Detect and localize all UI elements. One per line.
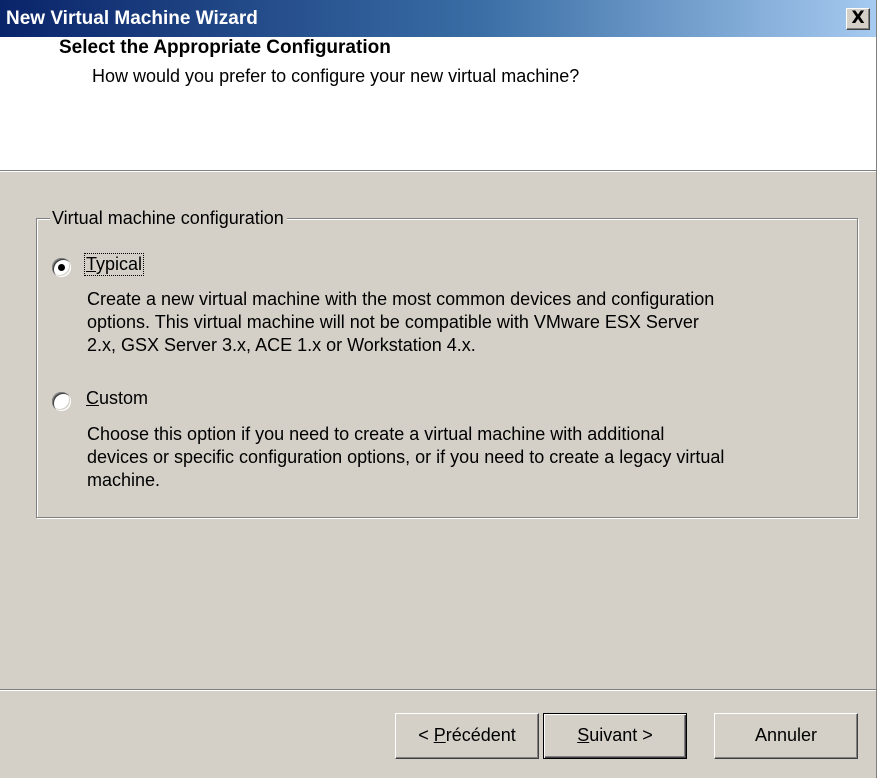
custom-description: Choose this option if you need to create… — [87, 423, 847, 492]
wizard-window: New Virtual Machine Wizard X Select the … — [0, 0, 877, 778]
back-prefix: < — [418, 725, 434, 745]
typical-label[interactable]: Typical — [83, 253, 145, 276]
mnemonic-p: P — [433, 725, 446, 745]
typical-label-text: ypical — [96, 254, 143, 274]
mnemonic-c: C — [86, 388, 99, 408]
typical-radio[interactable] — [52, 258, 71, 277]
title-bar[interactable]: New Virtual Machine Wizard X — [0, 0, 876, 37]
radio-selected-dot — [58, 264, 65, 271]
description-line: Create a new virtual machine with the mo… — [87, 289, 715, 309]
custom-label[interactable]: Custom — [85, 388, 149, 409]
description-line: options. This virtual machine will not b… — [87, 312, 699, 332]
header-divider — [0, 170, 876, 172]
mnemonic-t: T — [86, 254, 97, 274]
back-button[interactable]: < Précédent — [395, 713, 539, 759]
mnemonic-s: S — [577, 725, 590, 745]
custom-radio[interactable] — [52, 392, 71, 411]
close-button[interactable]: X — [846, 8, 870, 30]
page-title: Select the Appropriate Configuration — [59, 37, 391, 58]
typical-description: Create a new virtual machine with the mo… — [87, 288, 847, 357]
close-icon: X — [851, 8, 865, 28]
page-subtitle: How would you prefer to configure your n… — [92, 66, 580, 86]
custom-label-text: ustom — [99, 388, 149, 408]
description-line: machine. — [87, 470, 161, 490]
cancel-button[interactable]: Annuler — [714, 713, 858, 759]
back-label-text: récédent — [445, 725, 516, 745]
groupbox-legend: Virtual machine configuration — [50, 208, 287, 229]
next-label-text: uivant > — [589, 725, 653, 745]
next-button[interactable]: Suivant > — [543, 713, 687, 759]
footer-divider — [0, 689, 876, 691]
window-title: New Virtual Machine Wizard — [6, 8, 258, 29]
description-line: 2.x, GSX Server 3.x, ACE 1.x or Workstat… — [87, 335, 476, 355]
cancel-label: Annuler — [754, 725, 818, 745]
description-line: Choose this option if you need to create… — [87, 424, 665, 444]
description-line: devices or specific configuration option… — [87, 447, 725, 467]
